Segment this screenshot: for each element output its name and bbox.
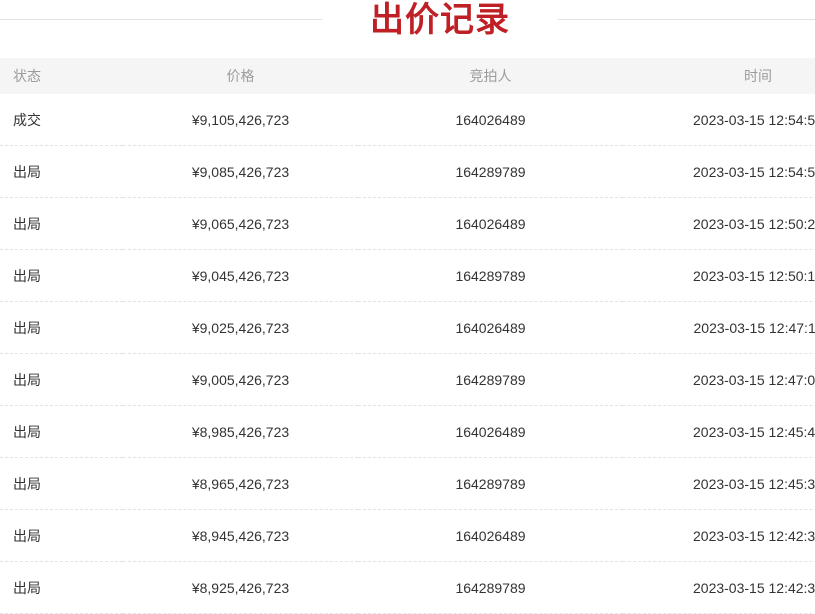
bidder-cell: 164289789 (358, 146, 623, 198)
bidder-cell: 164026489 (358, 302, 623, 354)
bidder-cell: 164026489 (358, 94, 623, 146)
table-row: 出局 ¥9,085,426,723 164289789 2023-03-15 1… (0, 146, 815, 198)
status-cell: 出局 (0, 562, 123, 614)
price-cell: ¥9,065,426,723 (123, 198, 358, 250)
bid-history-page: 出价记录 状态 价格 竞拍人 时间 成交 ¥9,105,426,723 1640… (0, 0, 815, 614)
header-status: 状态 (0, 58, 123, 94)
price-cell: ¥9,105,426,723 (123, 94, 358, 146)
header-bidder: 竞拍人 (358, 58, 623, 94)
status-cell: 出局 (0, 302, 123, 354)
table-row: 出局 ¥8,985,426,723 164026489 2023-03-15 1… (0, 406, 815, 458)
time-cell: 2023-03-15 12:50:14 (623, 250, 815, 302)
price-cell: ¥9,085,426,723 (123, 146, 358, 198)
table-row: 出局 ¥9,065,426,723 164026489 2023-03-15 1… (0, 198, 815, 250)
table-body: 成交 ¥9,105,426,723 164026489 2023-03-15 1… (0, 94, 815, 614)
status-cell: 出局 (0, 354, 123, 406)
time-cell: 2023-03-15 12:45:38 (623, 458, 815, 510)
bidder-cell: 164289789 (358, 458, 623, 510)
status-cell: 出局 (0, 510, 123, 562)
table-header-row: 状态 价格 竞拍人 时间 (0, 58, 815, 94)
bidder-cell: 164289789 (358, 354, 623, 406)
bid-history-table: 状态 价格 竞拍人 时间 成交 ¥9,105,426,723 164026489… (0, 58, 815, 614)
price-cell: ¥8,945,426,723 (123, 510, 358, 562)
time-cell: 2023-03-15 12:42:31 (623, 562, 815, 614)
status-cell: 出局 (0, 198, 123, 250)
status-cell: 出局 (0, 458, 123, 510)
price-cell: ¥9,045,426,723 (123, 250, 358, 302)
bidder-cell: 164289789 (358, 562, 623, 614)
time-cell: 2023-03-15 12:50:21 (623, 198, 815, 250)
price-cell: ¥8,965,426,723 (123, 458, 358, 510)
table-header: 状态 价格 竞拍人 时间 (0, 58, 815, 94)
table-row: 出局 ¥8,945,426,723 164026489 2023-03-15 1… (0, 510, 815, 562)
header-time: 时间 (623, 58, 815, 94)
status-cell: 成交 (0, 94, 123, 146)
price-cell: ¥9,005,426,723 (123, 354, 358, 406)
table-row: 出局 ¥8,965,426,723 164289789 2023-03-15 1… (0, 458, 815, 510)
bidder-cell: 164026489 (358, 406, 623, 458)
time-cell: 2023-03-15 12:42:35 (623, 510, 815, 562)
time-cell: 2023-03-15 12:54:59 (623, 94, 815, 146)
price-cell: ¥8,925,426,723 (123, 562, 358, 614)
status-cell: 出局 (0, 250, 123, 302)
table-row: 出局 ¥9,005,426,723 164289789 2023-03-15 1… (0, 354, 815, 406)
page-title-section: 出价记录 (0, 0, 815, 40)
page-title: 出价记录 (322, 0, 558, 40)
table-row: 出局 ¥9,025,426,723 164026489 2023-03-15 1… (0, 302, 815, 354)
table-row: 成交 ¥9,105,426,723 164026489 2023-03-15 1… (0, 94, 815, 146)
status-cell: 出局 (0, 146, 123, 198)
bidder-cell: 164026489 (358, 198, 623, 250)
time-cell: 2023-03-15 12:45:42 (623, 406, 815, 458)
time-cell: 2023-03-15 12:54:51 (623, 146, 815, 198)
table-row: 出局 ¥9,045,426,723 164289789 2023-03-15 1… (0, 250, 815, 302)
bidder-cell: 164289789 (358, 250, 623, 302)
price-cell: ¥8,985,426,723 (123, 406, 358, 458)
time-cell: 2023-03-15 12:47:03 (623, 354, 815, 406)
bidder-cell: 164026489 (358, 510, 623, 562)
time-cell: 2023-03-15 12:47:11 (623, 302, 815, 354)
header-price: 价格 (123, 58, 358, 94)
price-cell: ¥9,025,426,723 (123, 302, 358, 354)
status-cell: 出局 (0, 406, 123, 458)
table-row: 出局 ¥8,925,426,723 164289789 2023-03-15 1… (0, 562, 815, 614)
